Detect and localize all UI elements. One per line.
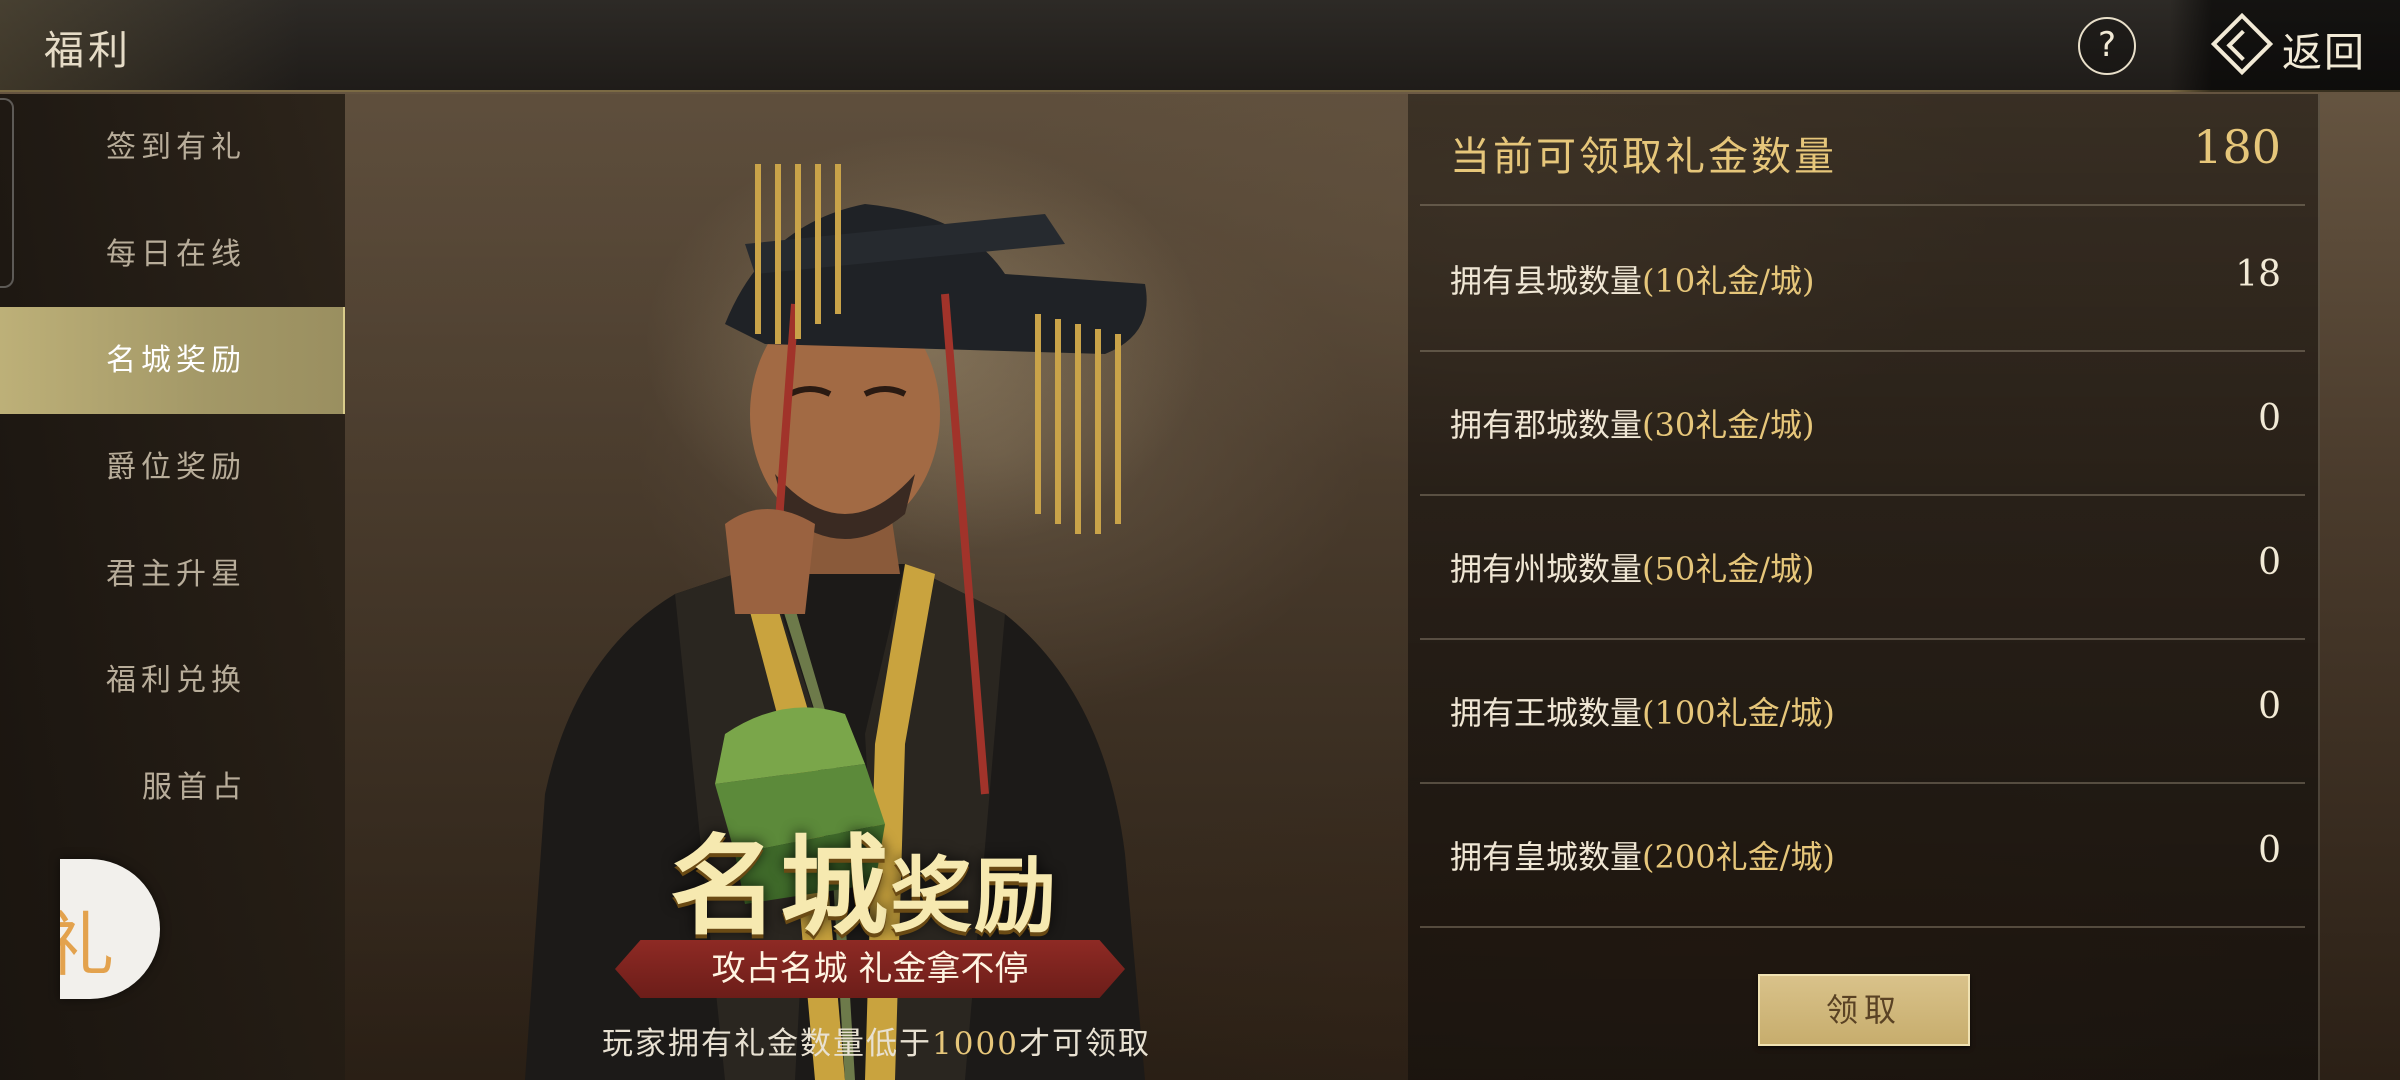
king-city-count: 0	[2258, 686, 2281, 727]
reward-row: 拥有王城数量(100礼金/城) 0	[1420, 640, 2305, 784]
reward-row: 拥有郡城数量(30礼金/城) 0	[1420, 352, 2305, 496]
back-arrow-icon	[2210, 12, 2274, 76]
reward-row: 拥有县城数量(10礼金/城) 18	[1420, 208, 2305, 352]
sidebar-item-title-reward[interactable]: 爵位奖励	[0, 414, 345, 521]
commandery-rate: (30礼金/城)	[1642, 406, 1815, 444]
sidebar-item-checkin[interactable]: 签到有礼	[0, 94, 345, 201]
province-label: 拥有州城数量	[1450, 550, 1643, 588]
sidebar-item-exchange[interactable]: 福利兑换	[0, 627, 345, 734]
reward-row-label: 拥有郡城数量(30礼金/城)	[1450, 400, 1815, 446]
reward-panel: 当前可领取礼金数量 180 拥有县城数量(10礼金/城) 18 拥有郡城数量(3…	[1408, 94, 2320, 1080]
commandery-label: 拥有郡城数量	[1450, 406, 1643, 444]
page-title: 福利	[44, 28, 132, 74]
reward-row: 拥有皇城数量(200礼金/城) 0	[1420, 784, 2305, 928]
promo-title-main: 名城	[670, 825, 891, 950]
gift-icon: 礼	[60, 904, 114, 986]
promo-ribbon: 攻占名城 礼金拿不停	[615, 940, 1125, 998]
back-button[interactable]: 返回	[2170, 0, 2400, 92]
hero-panel: 名城奖励 攻占名城 礼金拿不停 玩家拥有礼金数量低于1000才可领取	[345, 94, 1408, 1080]
reward-row-label: 拥有县城数量(10礼金/城)	[1450, 256, 1815, 302]
reward-header-row: 当前可领取礼金数量 180	[1420, 94, 2305, 206]
reward-row-label: 拥有州城数量(50礼金/城)	[1450, 544, 1815, 590]
reward-row-label: 拥有皇城数量(200礼金/城)	[1450, 832, 1835, 878]
back-label: 返回	[2282, 30, 2366, 76]
county-label: 拥有县城数量	[1450, 262, 1643, 300]
promo-title-small: 奖励	[890, 849, 1059, 944]
king-city-rate: (100礼金/城)	[1642, 694, 1835, 732]
sidebar: 签到有礼 每日在线 名城奖励 爵位奖励 君主升星 福利兑换 服首占 礼	[0, 94, 345, 1080]
promo-note-suffix: 才可领取	[1018, 1026, 1151, 1062]
sidebar-item-famous-city[interactable]: 名城奖励	[0, 307, 345, 414]
promo-title: 名城奖励	[670, 800, 1058, 956]
reward-row: 拥有州城数量(50礼金/城) 0	[1420, 496, 2305, 640]
reward-header-value: 180	[2193, 120, 2281, 174]
province-rate: (50礼金/城)	[1642, 550, 1815, 588]
province-count: 0	[2258, 542, 2281, 583]
gift-bubble-button[interactable]: 礼	[60, 859, 160, 999]
promo-note: 玩家拥有礼金数量低于1000才可领取	[345, 1018, 1408, 1063]
imperial-city-rate: (200礼金/城)	[1642, 838, 1835, 876]
imperial-city-label: 拥有皇城数量	[1450, 838, 1643, 876]
claim-button[interactable]: 领取	[1758, 974, 1970, 1046]
promo-note-prefix: 玩家拥有礼金数量低于	[602, 1026, 933, 1062]
imperial-city-count: 0	[2258, 830, 2281, 871]
sidebar-item-daily-online[interactable]: 每日在线	[0, 201, 345, 308]
county-rate: (10礼金/城)	[1642, 262, 1815, 300]
commandery-count: 0	[2258, 398, 2281, 439]
promo-note-number: 1000	[932, 1026, 1019, 1062]
reward-row-label: 拥有王城数量(100礼金/城)	[1450, 688, 1835, 734]
king-city-label: 拥有王城数量	[1450, 694, 1643, 732]
sidebar-item-lord-star[interactable]: 君主升星	[0, 521, 345, 628]
county-count: 18	[2235, 254, 2281, 295]
sidebar-item-server-first[interactable]: 服首占	[0, 734, 345, 841]
reward-header-label: 当前可领取礼金数量	[1450, 134, 1837, 180]
help-button[interactable]: ?	[2078, 17, 2136, 75]
top-bar: 福利 ? 返回	[0, 0, 2400, 92]
